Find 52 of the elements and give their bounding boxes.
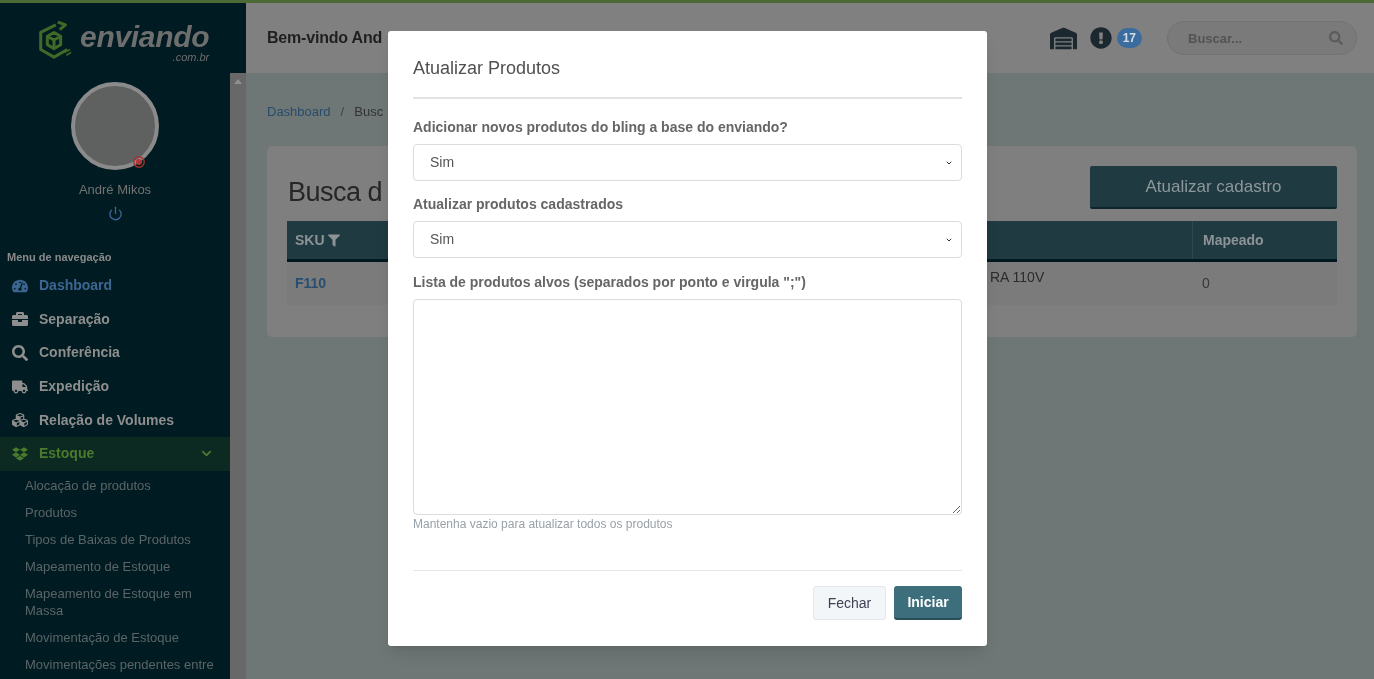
cubes-icon [12,412,28,429]
table-cell-text: 0 [1201,274,1211,293]
nav-subitem[interactable]: Tipos de Baixas de Produtos [0,525,230,553]
nav-subitem[interactable]: Mapeamento de Estoque [0,552,230,580]
breadcrumb-separator: / [340,103,345,122]
alert-icon[interactable] [1089,27,1112,49]
card-title: Busca d [288,179,383,206]
nav-subitem[interactable]: Mapeamento de Estoque em Massa [0,579,230,624]
breadcrumb-link[interactable]: Dashboard [267,102,331,122]
field-label: Atualizar produtos cadastrados [413,196,625,213]
gauge-icon [12,277,28,294]
select-field[interactable]: Sim [413,221,962,258]
page-title: Bem-vindo And [267,28,383,48]
nav-subitem[interactable]: Produtos [0,498,230,526]
primary-button[interactable]: Iniciar [894,586,962,620]
nav-item[interactable]: Relação de Volumes [0,403,230,437]
open-boxes-icon [12,445,28,462]
nav-subitem[interactable]: Movimentação de Estoque [0,623,230,651]
modal-title: Atualizar Produtos [413,57,562,79]
scroll-up-arrow-icon[interactable] [234,79,242,84]
truck-icon [12,378,28,395]
nav-item[interactable]: Expedição [0,369,230,404]
column-header[interactable]: Mapeado [1192,221,1337,259]
search-icon [12,345,28,361]
field-label: Adicionar novos produtos do bling a base do enviando? [413,119,789,136]
help-text: Mantenha vazio para atualizar todos os produtos [413,517,674,531]
textarea-field[interactable] [413,299,962,515]
nav-item[interactable]: Dashboard [0,269,230,303]
user-name: André Mikos [78,182,152,198]
notification-badge: 17 [1116,28,1142,48]
field-label: Lista de produtos alvos (separados por ponto e virgula ";") [413,274,807,291]
nav-item[interactable]: Separação [0,302,230,337]
nav-item[interactable]: Estoque [0,436,230,471]
table-cell-text: RA 110V [989,268,1046,287]
nav-subitem[interactable]: Movimentações pendentes entre [0,650,230,678]
nav-subitem[interactable]: Alocação de produtos [0,471,230,499]
briefcase-icon [12,311,28,328]
status-dot-icon [133,156,145,168]
search-icon[interactable] [1329,31,1343,45]
nav-item[interactable]: Conferência [0,336,230,370]
logo-text: enviando [80,21,210,53]
breadcrumb-current: Busc [354,103,384,122]
secondary-button[interactable]: Fechar [813,586,886,620]
table-cell[interactable]: F110 [287,262,387,305]
menu-heading: Menu de navegação [6,251,112,263]
select-field[interactable]: Sim [413,144,962,181]
update-button[interactable]: Atualizar cadastro [1090,166,1337,209]
column-header[interactable]: SKU [287,221,387,259]
scrollbar[interactable] [230,73,246,679]
logo-domain-text: .com.br [172,52,210,63]
filter-icon[interactable] [327,233,340,247]
power-icon[interactable] [107,206,123,221]
